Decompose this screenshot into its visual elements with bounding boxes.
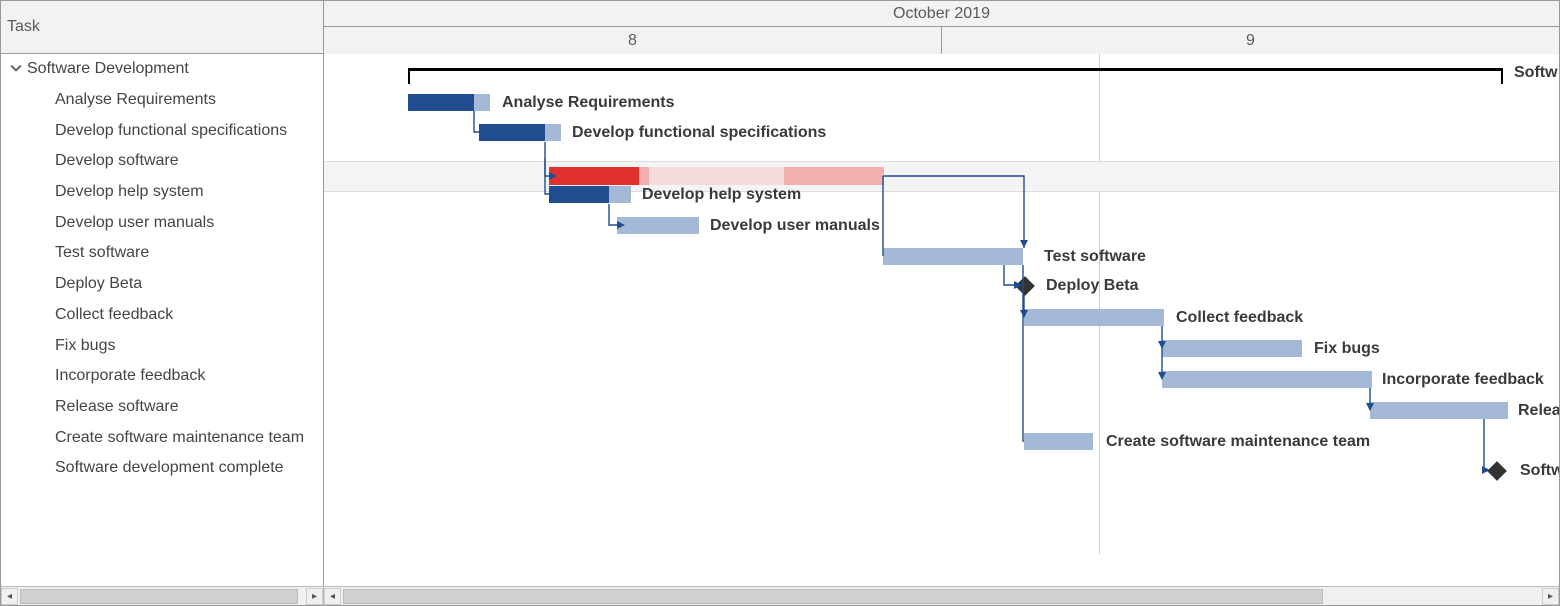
- chart-canvas: Softw Analyse Requirements Develop funct…: [324, 54, 1559, 554]
- bar-label: Develop functional specifications: [572, 124, 826, 141]
- bar-label: Develop user manuals: [710, 217, 880, 234]
- tree-label: Analyse Requirements: [55, 91, 216, 109]
- gantt-header: Task October 2019 8 9: [1, 1, 1559, 54]
- tree-label: Develop functional specifications: [55, 122, 287, 140]
- tree-label-parent: Software Development: [27, 60, 189, 78]
- milestone-deploy-beta[interactable]: [1015, 276, 1035, 296]
- tree-label: Software development complete: [55, 459, 284, 477]
- timeline-month: October 2019: [324, 1, 1559, 27]
- scroll-left-icon[interactable]: ◂: [324, 588, 341, 605]
- tree-label: Develop user manuals: [55, 214, 214, 232]
- tree-label: Deploy Beta: [55, 275, 142, 293]
- gantt-chart-area[interactable]: Softw Analyse Requirements Develop funct…: [324, 54, 1559, 586]
- tree-label: Create software maintenance team: [55, 429, 304, 447]
- scroll-thumb[interactable]: [343, 589, 1323, 604]
- bar-maint[interactable]: [1024, 433, 1093, 450]
- milestone-complete[interactable]: [1487, 461, 1507, 481]
- scroll-track[interactable]: [18, 588, 306, 605]
- tree-row[interactable]: Deploy Beta: [1, 269, 323, 300]
- bar-devsoft-slack[interactable]: [784, 167, 884, 185]
- tree-label: Develop software: [55, 152, 179, 170]
- bar-label: Incorporate feedback: [1382, 371, 1544, 388]
- day-divider: [1099, 54, 1100, 554]
- gantt-body: Software Development Analyse Requirement…: [1, 54, 1559, 586]
- bar-label: Collect feedback: [1176, 309, 1303, 326]
- gantt-control: Task October 2019 8 9 Software Developme…: [0, 0, 1560, 606]
- bar-label: Fix bugs: [1314, 340, 1380, 357]
- tree-hscrollbar[interactable]: ◂ ▸: [1, 587, 324, 605]
- column-header-task[interactable]: Task: [1, 1, 324, 53]
- tree-label: Collect feedback: [55, 306, 173, 324]
- tree-label: Test software: [55, 244, 149, 262]
- bar-collect[interactable]: [1024, 309, 1164, 326]
- tree-row[interactable]: Collect feedback: [1, 300, 323, 331]
- tree-row[interactable]: Create software maintenance team: [1, 422, 323, 453]
- scroll-left-icon[interactable]: ◂: [1, 588, 18, 605]
- bar-label: Develop help system: [642, 186, 801, 203]
- bar-label: Test software: [1044, 248, 1146, 265]
- timeline-days: 8 9: [324, 27, 1559, 54]
- task-tree[interactable]: Software Development Analyse Requirement…: [1, 54, 324, 586]
- bar-label: Create software maintenance team: [1106, 433, 1370, 450]
- summary-label: Softw: [1514, 64, 1558, 81]
- bar-devfunc-progress[interactable]: [479, 124, 545, 141]
- bar-label: Softw: [1520, 462, 1559, 479]
- scroll-right-icon[interactable]: ▸: [1542, 588, 1559, 605]
- bar-testsw[interactable]: [883, 248, 1023, 265]
- bar-incorp[interactable]: [1162, 371, 1372, 388]
- row-highlight: [324, 161, 1558, 192]
- tree-label: Develop help system: [55, 183, 204, 201]
- chart-hscrollbar[interactable]: ◂ ▸: [324, 587, 1559, 605]
- bar-devsoft-actual[interactable]: [549, 167, 639, 185]
- chevron-down-icon[interactable]: [5, 62, 27, 77]
- bar-fixbugs[interactable]: [1162, 340, 1302, 357]
- tree-label: Fix bugs: [55, 337, 115, 355]
- scroll-track[interactable]: [341, 588, 1542, 605]
- bar-label: Relea: [1518, 402, 1559, 419]
- timeline-header: October 2019 8 9: [324, 1, 1559, 53]
- bar-analyse-progress[interactable]: [408, 94, 474, 111]
- scroll-right-icon[interactable]: ▸: [306, 588, 323, 605]
- tree-label: Release software: [55, 398, 179, 416]
- bar-label: Analyse Requirements: [502, 94, 675, 111]
- timeline-day-8[interactable]: 8: [324, 27, 941, 54]
- tree-row[interactable]: Release software: [1, 392, 323, 423]
- tree-label: Incorporate feedback: [55, 367, 205, 385]
- tree-row[interactable]: Develop software: [1, 146, 323, 177]
- timeline-day-9[interactable]: 9: [941, 27, 1559, 54]
- scroll-thumb[interactable]: [20, 589, 298, 604]
- tree-row[interactable]: Analyse Requirements: [1, 85, 323, 116]
- tree-row[interactable]: Software development complete: [1, 453, 323, 484]
- bar-label: Deploy Beta: [1046, 277, 1138, 294]
- tree-row[interactable]: Develop user manuals: [1, 207, 323, 238]
- tree-row[interactable]: Test software: [1, 238, 323, 269]
- tree-row[interactable]: Develop help system: [1, 177, 323, 208]
- tree-row[interactable]: Fix bugs: [1, 330, 323, 361]
- tree-row-parent[interactable]: Software Development: [1, 54, 323, 85]
- bar-devhelp-progress[interactable]: [549, 186, 609, 203]
- tree-row[interactable]: Incorporate feedback: [1, 361, 323, 392]
- tree-row[interactable]: Develop functional specifications: [1, 115, 323, 146]
- scrollbar-row: ◂ ▸ ◂ ▸: [1, 586, 1559, 605]
- bar-devuser[interactable]: [617, 217, 699, 234]
- bar-devsoft-actual-tail: [639, 167, 649, 185]
- bar-release[interactable]: [1370, 402, 1508, 419]
- summary-bar[interactable]: [408, 68, 1503, 78]
